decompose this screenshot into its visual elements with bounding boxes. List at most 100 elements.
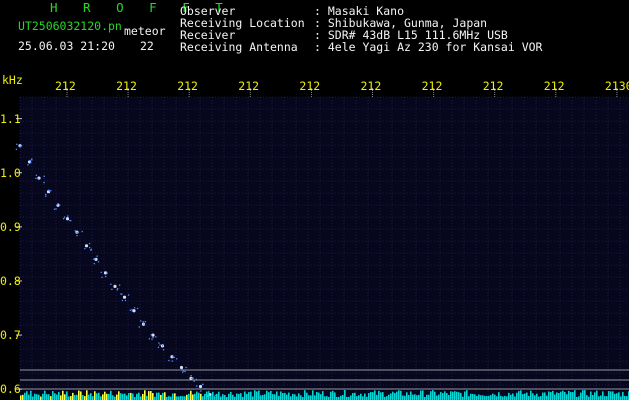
signal-speck: [55, 208, 57, 210]
noise-floor-bar: [620, 396, 622, 400]
noise-floor-bar: [160, 394, 162, 400]
noise-floor-bar: [526, 392, 528, 400]
signal-speck: [185, 366, 187, 369]
noise-floor-bar: [516, 392, 518, 400]
noise-floor-bar: [446, 393, 448, 400]
noise-floor-bar: [196, 391, 198, 400]
noise-floor-bar: [340, 395, 342, 400]
noise-floor-bar: [490, 395, 492, 400]
noise-floor-bar: [74, 395, 76, 400]
noise-floor-bar: [520, 390, 522, 400]
noise-floor-bar: [434, 391, 436, 400]
signal-speck: [150, 333, 152, 336]
noise-floor-bar: [550, 392, 552, 400]
signal-speck: [62, 218, 65, 220]
noise-floor-bar: [144, 390, 146, 400]
signal-speck: [157, 346, 160, 348]
signal-speck: [171, 360, 173, 362]
noise-floor-bar: [304, 390, 306, 400]
x-tick-label: 212: [360, 79, 382, 93]
noise-floor-bar: [464, 391, 466, 400]
noise-floor-bar: [624, 395, 626, 400]
noise-floor-bar: [170, 396, 172, 400]
x-tick-label: 212: [482, 79, 504, 93]
signal-speck: [214, 394, 216, 397]
noise-floor-bar: [560, 391, 562, 400]
hrofft-window: H R O F F T UT2506032120.pn meteor 25.06…: [0, 0, 629, 400]
noise-floor-bar: [622, 391, 624, 400]
noise-floor-bar: [98, 392, 100, 400]
signal-speck: [20, 144, 23, 147]
noise-floor-bar: [406, 392, 408, 400]
noise-floor-bar: [164, 392, 166, 400]
noise-floor-bar: [518, 391, 520, 400]
noise-floor-bar: [460, 392, 462, 400]
noise-floor-bar: [552, 390, 554, 400]
noise-floor-bar: [190, 390, 192, 400]
noise-floor-bar: [600, 395, 602, 400]
signal-speck: [88, 246, 91, 249]
noise-floor-bar: [626, 396, 628, 400]
noise-floor-bar: [414, 394, 416, 400]
noise-floor-bar: [100, 396, 102, 400]
noise-floor-bar: [208, 392, 210, 400]
noise-floor-bar: [106, 393, 108, 400]
noise-floor-bar: [112, 395, 114, 400]
signal-speck: [173, 356, 175, 359]
signal-speck: [96, 255, 98, 257]
noise-floor-bar: [540, 396, 542, 400]
noise-floor-bar: [372, 392, 374, 400]
noise-floor-bar: [308, 395, 310, 400]
signal-speck: [101, 276, 103, 279]
noise-floor-bar: [488, 395, 490, 400]
noise-floor-bar: [312, 390, 314, 400]
signal-speck: [35, 177, 37, 180]
noise-floor-bar: [376, 394, 378, 400]
noise-floor-bar: [198, 392, 200, 400]
signal-speck: [127, 294, 130, 296]
noise-floor-bar: [604, 396, 606, 400]
noise-floor-bar: [352, 393, 354, 400]
noise-floor-bar: [392, 391, 394, 400]
signal-speck: [93, 258, 95, 260]
noise-floor-bar: [48, 394, 50, 400]
noise-floor-bar: [102, 394, 104, 400]
noise-floor-bar: [86, 390, 88, 400]
noise-floor-bar: [442, 393, 444, 400]
noise-floor-bar: [120, 393, 122, 400]
noise-floor-bar: [172, 393, 174, 400]
noise-floor-bar: [66, 391, 68, 400]
x-tick-label: 212: [543, 79, 565, 93]
noise-floor-bar: [168, 396, 170, 400]
signal-speck: [142, 321, 144, 323]
signal-speck: [159, 344, 161, 346]
signal-speck: [182, 370, 185, 372]
noise-floor-bar: [54, 393, 56, 400]
noise-floor-bar: [52, 391, 54, 400]
noise-floor-bar: [436, 395, 438, 400]
signal-speck: [43, 175, 45, 177]
noise-floor-bar: [254, 390, 256, 400]
noise-floor-bar: [344, 390, 346, 400]
noise-floor-bar: [206, 391, 208, 400]
noise-floor-bar: [554, 394, 556, 400]
noise-floor-bar: [264, 394, 266, 400]
signal-speck: [19, 145, 21, 148]
noise-floor-bar: [508, 392, 510, 400]
noise-floor-bar: [24, 392, 26, 400]
signal-speck: [181, 369, 183, 371]
signal-speck: [151, 338, 153, 340]
noise-floor-bar: [194, 393, 196, 400]
signal-speck: [97, 261, 100, 263]
noise-floor-bar: [502, 396, 504, 400]
noise-floor-bar: [174, 393, 176, 400]
noise-floor-bar: [416, 395, 418, 400]
noise-floor-bar: [412, 394, 414, 400]
noise-floor-bar: [474, 394, 476, 400]
noise-floor-bar: [318, 392, 320, 400]
y-tick-label: 0.9: [0, 219, 21, 234]
noise-floor-bar: [202, 396, 204, 400]
noise-floor-bar: [296, 396, 298, 400]
noise-floor-bar: [292, 393, 294, 400]
noise-floor-bar: [616, 393, 618, 400]
